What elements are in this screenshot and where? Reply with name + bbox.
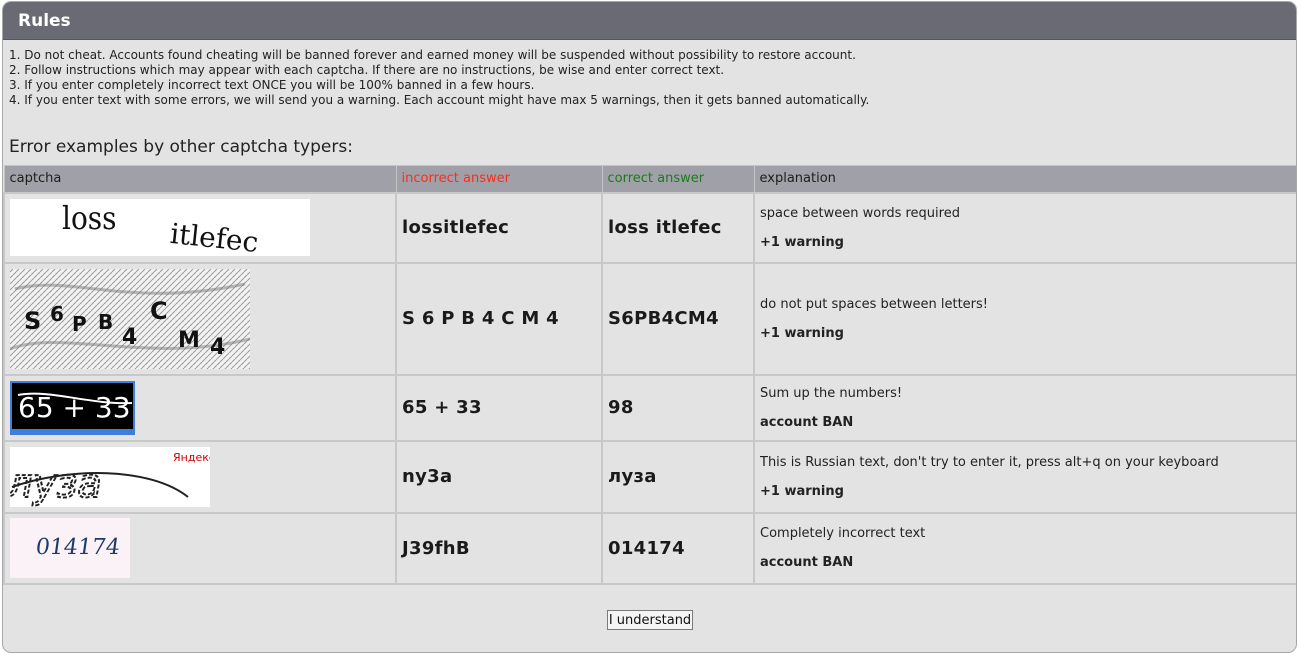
captcha-image: Яндекс луза bbox=[10, 446, 210, 507]
rule-item: 4. If you enter text with some errors, w… bbox=[9, 93, 870, 107]
explanation-text: This is Russian text, don't try to enter… bbox=[760, 454, 1219, 470]
correct-answer: loss itlefec bbox=[601, 191, 755, 264]
captcha-cell: Яндекс луза bbox=[3, 439, 397, 514]
column-header-correct: correct answer bbox=[601, 165, 755, 193]
explanation-text: Sum up the numbers! bbox=[760, 385, 903, 401]
svg-text:014174: 014174 bbox=[34, 534, 122, 560]
examples-table-wrap: captcha incorrect answer correct answer … bbox=[3, 165, 1296, 585]
penalty-text: +1 warning bbox=[760, 325, 844, 341]
explanation-text: Completely incorrect text bbox=[760, 526, 926, 541]
incorrect-answer: S 6 P B 4 C M 4 bbox=[395, 261, 603, 376]
table-row: 65 + 33 65 + 33 98 Sum up the numbers! a… bbox=[3, 373, 1296, 442]
svg-text:P: P bbox=[72, 312, 87, 336]
captcha-image: 65 + 33 bbox=[10, 380, 135, 435]
examples-table: captcha incorrect answer correct answer … bbox=[3, 165, 1296, 585]
explanation-cell: Completely incorrect text account BAN bbox=[753, 511, 1296, 585]
svg-text:C: C bbox=[150, 297, 168, 325]
table-header-row: captcha incorrect answer correct answer … bbox=[3, 165, 1296, 193]
svg-text:4: 4 bbox=[122, 325, 137, 350]
captcha-image: S 6 P B 4 C M 4 bbox=[10, 268, 250, 369]
correct-answer: 98 bbox=[601, 373, 755, 442]
svg-text:M: M bbox=[178, 328, 200, 353]
examples-heading: Error examples by other captcha typers: bbox=[9, 137, 353, 157]
incorrect-answer: ny3a bbox=[395, 439, 603, 514]
captcha-image: loss itlefec bbox=[10, 199, 310, 256]
penalty-text: account BAN bbox=[760, 555, 854, 570]
captcha-cell: S 6 P B 4 C M 4 bbox=[3, 261, 397, 376]
captcha-cell: loss itlefec bbox=[3, 191, 397, 264]
table-row: 014174 J39fhB 014174 Completely incorrec… bbox=[3, 511, 1296, 585]
penalty-text: +1 warning bbox=[760, 483, 844, 499]
rule-item: 3. If you enter completely incorrect tex… bbox=[9, 78, 535, 92]
svg-text:6: 6 bbox=[50, 302, 64, 326]
svg-text:65 + 33: 65 + 33 bbox=[18, 391, 131, 424]
correct-answer: S6PB4CM4 bbox=[601, 261, 755, 376]
column-header-explanation: explanation bbox=[753, 165, 1296, 193]
table-row: loss itlefec lossitlefec loss itlefec sp… bbox=[3, 191, 1296, 264]
incorrect-answer: lossitlefec bbox=[395, 191, 603, 264]
correct-answer: 014174 bbox=[601, 511, 755, 585]
panel-title: Rules bbox=[3, 2, 1296, 40]
captcha-cell: 014174 bbox=[3, 511, 397, 585]
explanation-text: do not put spaces between letters! bbox=[760, 296, 989, 312]
i-understand-button[interactable]: I understand bbox=[607, 610, 693, 630]
rules-list: 1. Do not cheat. Accounts found cheating… bbox=[3, 40, 1296, 108]
svg-text:4: 4 bbox=[210, 335, 225, 360]
rules-panel: Rules 1. Do not cheat. Accounts found ch… bbox=[2, 1, 1297, 653]
captcha-image: 014174 bbox=[10, 518, 130, 578]
incorrect-answer: 65 + 33 bbox=[395, 373, 603, 442]
captcha-cell: 65 + 33 bbox=[3, 373, 397, 442]
explanation-text: space between words required bbox=[760, 205, 960, 221]
captcha-brand: Яндекс bbox=[173, 451, 210, 464]
svg-text:S: S bbox=[24, 307, 41, 335]
rule-item: 2. Follow instructions which may appear … bbox=[9, 63, 725, 77]
table-row: Яндекс луза ny3a луза This is Russian te… bbox=[3, 439, 1296, 514]
rule-item: 1. Do not cheat. Accounts found cheating… bbox=[9, 48, 856, 62]
svg-text:loss: loss bbox=[62, 200, 117, 237]
incorrect-answer: J39fhB bbox=[395, 511, 603, 585]
column-header-captcha: captcha bbox=[3, 165, 397, 193]
penalty-text: account BAN bbox=[760, 414, 854, 430]
column-header-incorrect: incorrect answer bbox=[395, 165, 603, 193]
explanation-cell: do not put spaces between letters! +1 wa… bbox=[753, 261, 1296, 376]
explanation-cell: Sum up the numbers! account BAN bbox=[753, 373, 1296, 442]
explanation-cell: This is Russian text, don't try to enter… bbox=[753, 439, 1296, 514]
penalty-text: +1 warning bbox=[760, 234, 844, 250]
correct-answer: луза bbox=[601, 439, 755, 514]
svg-text:B: B bbox=[98, 310, 113, 334]
table-row: S 6 P B 4 C M 4 S 6 P B 4 C M 4 S6PB4CM4 bbox=[3, 261, 1296, 376]
explanation-cell: space between words required +1 warning bbox=[753, 191, 1296, 264]
footer: I understand bbox=[3, 587, 1296, 652]
